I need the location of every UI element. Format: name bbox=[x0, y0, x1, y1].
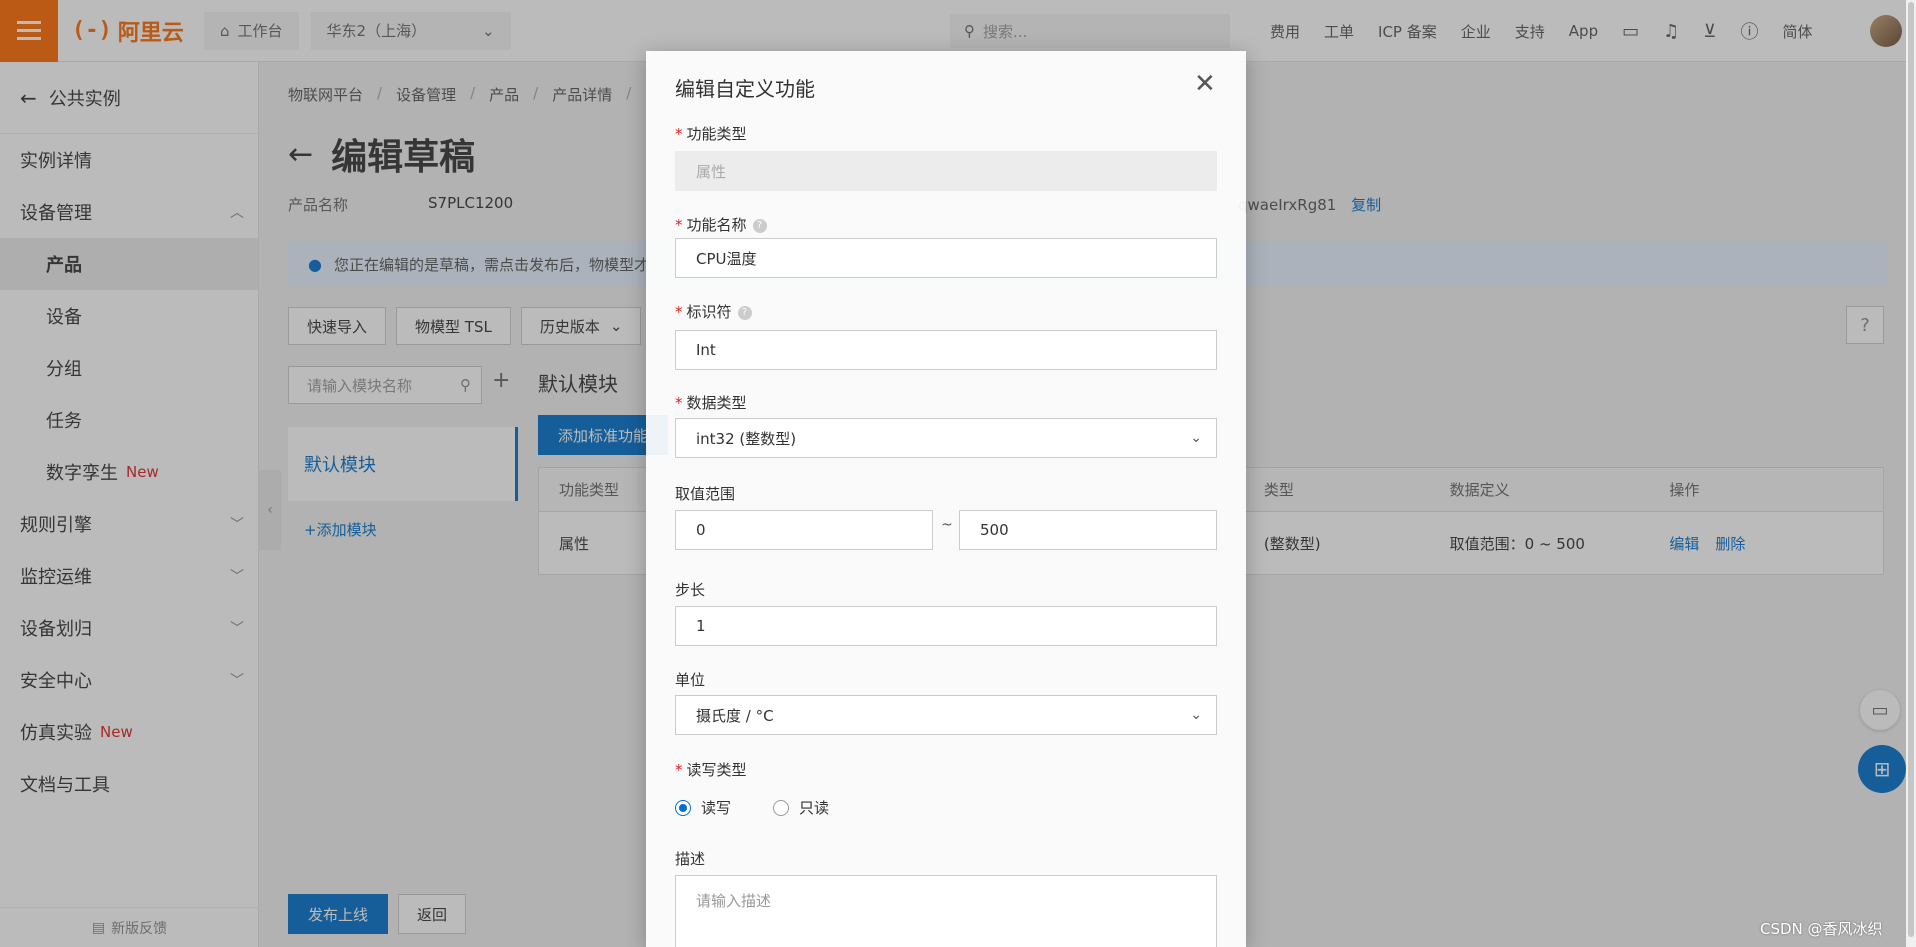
unit-value: 摄氏度 / °C bbox=[696, 706, 774, 725]
step-input[interactable]: 1 bbox=[675, 606, 1217, 646]
range-label: 取值范围 bbox=[675, 485, 736, 503]
close-icon[interactable]: ✕ bbox=[1194, 69, 1216, 99]
radio-unchecked bbox=[773, 799, 790, 816]
watermark: CSDN @香风冰织 bbox=[1760, 920, 1883, 938]
range-min-input[interactable]: 0 bbox=[675, 510, 933, 550]
radio-read-write[interactable]: 读写 bbox=[675, 797, 731, 818]
question-icon[interactable]: ? bbox=[737, 305, 752, 320]
unit-label: 单位 bbox=[675, 671, 706, 689]
func-type-label: * 功能类型 bbox=[675, 125, 747, 143]
data-type-select[interactable]: int32 (整数型) ⌄ bbox=[675, 418, 1217, 458]
chevron-down-icon: ⌄ bbox=[1190, 430, 1202, 446]
radio-read-only[interactable]: 只读 bbox=[773, 797, 829, 818]
label-text: 功能类型 bbox=[686, 125, 747, 143]
radio-label: 只读 bbox=[799, 799, 830, 817]
description-textarea[interactable]: 请输入描述 bbox=[675, 875, 1217, 947]
radio-checked bbox=[675, 799, 691, 816]
edit-function-dialog: 编辑自定义功能 ✕ * 功能类型 属性 * 功能名称? CPU温度 * 标识符? In… bbox=[646, 51, 1246, 947]
question-icon[interactable]: ? bbox=[752, 218, 767, 233]
rw-type-label: * 读写类型 bbox=[675, 761, 747, 779]
func-name-label: * 功能名称? bbox=[675, 214, 767, 235]
range-separator: ~ bbox=[941, 517, 953, 533]
data-type-label: * 数据类型 bbox=[675, 394, 747, 412]
rw-type-group: 读写 只读 bbox=[675, 797, 829, 818]
label-text: 读写类型 bbox=[686, 761, 747, 779]
func-type-field: 属性 bbox=[675, 151, 1217, 191]
label-text: 功能名称 bbox=[686, 216, 747, 234]
radio-label: 读写 bbox=[701, 799, 732, 817]
range-max-input[interactable]: 500 bbox=[959, 510, 1217, 550]
label-text: 标识符 bbox=[686, 303, 732, 321]
unit-select[interactable]: 摄氏度 / °C ⌄ bbox=[675, 695, 1217, 735]
data-type-value: int32 (整数型) bbox=[696, 429, 797, 448]
dialog-title: 编辑自定义功能 bbox=[675, 77, 815, 101]
label-text: 数据类型 bbox=[686, 394, 747, 412]
chevron-down-icon: ⌄ bbox=[1190, 707, 1202, 723]
func-name-input[interactable]: CPU温度 bbox=[675, 238, 1217, 278]
identifier-label: * 标识符? bbox=[675, 301, 752, 322]
scrollbar[interactable] bbox=[1906, 0, 1916, 947]
desc-label: 描述 bbox=[675, 850, 706, 868]
step-label: 步长 bbox=[675, 581, 706, 599]
identifier-input[interactable]: Int bbox=[675, 330, 1217, 370]
